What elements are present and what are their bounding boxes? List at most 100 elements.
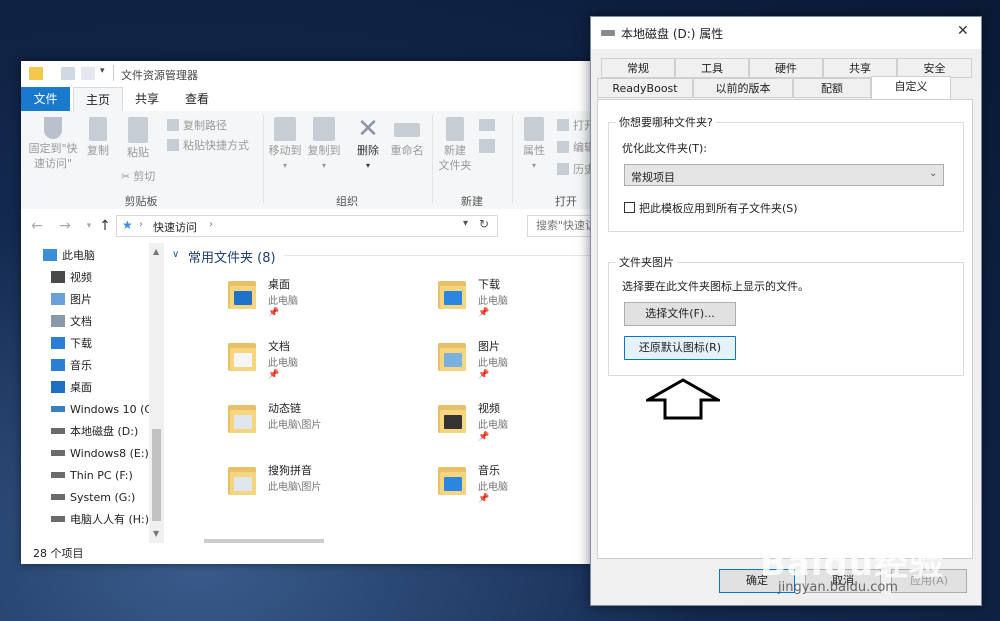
scroll-down-icon[interactable]: ▼ <box>153 529 159 538</box>
tab-home[interactable]: 主页 <box>73 87 123 113</box>
apply-subfolders-checkbox[interactable] <box>624 202 635 213</box>
copy-button[interactable]: 复制 <box>83 117 113 158</box>
quick-access-dropdown-icon[interactable]: ▾ <box>100 66 105 76</box>
breadcrumb-quick-access[interactable]: 快速访问 <box>153 219 197 235</box>
restore-default-icon-button[interactable]: 还原默认图标(R) <box>624 336 736 360</box>
copy-path-icon <box>167 119 179 131</box>
delete-button[interactable]: ✕ 删除 ▾ <box>351 115 385 173</box>
pin-icon: 📌 <box>478 432 490 442</box>
section-title[interactable]: 常用文件夹 (8) <box>188 247 276 266</box>
copy-to-icon <box>313 117 335 141</box>
section-collapse-icon[interactable]: ∨ <box>172 249 179 260</box>
new-folder-icon <box>446 117 464 141</box>
pc-icon <box>43 249 57 261</box>
ribbon-home: 固定到"快 速访问" 复制 粘贴 复制路径 粘贴快捷方式 ✂ 剪切 剪贴板 移动到… <box>21 111 621 210</box>
forward-arrow-icon[interactable]: → <box>57 218 73 234</box>
dialog-tab[interactable]: ReadyBoost <box>597 78 693 98</box>
pin-label-line1: 固定到"快 <box>28 142 78 155</box>
folder-item[interactable]: 搜狗拼音 此电脑\图片 <box>228 459 428 515</box>
properties-quick-icon[interactable] <box>61 67 75 80</box>
pin-icon: 📌 <box>478 308 490 318</box>
paste-icon <box>128 117 148 143</box>
easy-access-icon[interactable] <box>479 139 495 153</box>
properties-button[interactable]: 属性 ▾ <box>517 117 551 173</box>
refresh-icon[interactable]: ↻ <box>479 217 489 231</box>
folder-item[interactable]: 动态链 此电脑\图片 <box>228 397 428 453</box>
paste-shortcut-button[interactable]: 粘贴快捷方式 <box>167 137 249 155</box>
recent-dropdown-icon[interactable]: ▾ <box>81 218 97 234</box>
move-to-button[interactable]: 移动到 ▾ <box>266 117 304 173</box>
pictures-folder-icon <box>438 341 466 371</box>
pin-quick-access-button[interactable]: 固定到"快 速访问" <box>25 117 81 171</box>
drive-c-icon <box>51 406 65 412</box>
tab-view[interactable]: 查看 <box>173 87 221 111</box>
copy-to-label: 复制到 <box>307 144 341 157</box>
watermark-url: jingyan.baidu.com <box>778 580 898 595</box>
choose-file-button[interactable]: 选择文件(F)... <box>624 302 736 326</box>
new-folder-quick-icon[interactable] <box>81 67 95 80</box>
dialog-tab[interactable]: 硬件 <box>749 58 823 78</box>
new-folder-label-line2: 文件夹 <box>438 159 472 172</box>
titlebar-divider <box>113 65 114 81</box>
nav-item-label: 电脑人人有 (H:) <box>70 513 150 526</box>
dialog-tab[interactable]: 以前的版本 <box>693 78 793 98</box>
pin-icon: 📌 <box>478 494 490 504</box>
move-to-dropdown-icon: ▾ <box>282 161 287 170</box>
back-arrow-icon[interactable]: ← <box>29 218 45 234</box>
scrollbar-thumb[interactable] <box>152 429 161 521</box>
tab-file[interactable]: 文件 <box>21 87 70 111</box>
group-label-new: 新建 <box>461 195 483 208</box>
up-arrow-icon[interactable]: ↑ <box>97 218 113 234</box>
group-label-clipboard: 剪贴板 <box>124 195 158 208</box>
ribbon-tabs: 文件 主页 共享 查看 <box>21 87 621 113</box>
folder-location: 此电脑\图片 <box>268 420 322 431</box>
watermark-brand: Baidu经验 <box>760 544 945 584</box>
dialog-tab[interactable]: 共享 <box>823 58 897 78</box>
new-folder-button[interactable]: 新建 文件夹 <box>435 117 475 173</box>
dialog-tab[interactable]: 配额 <box>793 78 871 98</box>
status-bar: 28 个项目 <box>21 543 621 564</box>
paste-button[interactable]: 粘贴 <box>121 117 155 160</box>
tab-share[interactable]: 共享 <box>123 87 171 111</box>
group-label-organize: 组织 <box>336 195 358 208</box>
folder-item[interactable]: 桌面 此电脑 📌 <box>228 273 428 329</box>
copy-to-button[interactable]: 复制到 ▾ <box>305 117 343 173</box>
properties-dropdown-icon: ▾ <box>531 161 536 170</box>
folder-name: 桌面 <box>268 278 290 291</box>
nav-item-label: System (G:) <box>70 491 136 504</box>
customize-tab-panel: 你想要哪种文件夹? 优化此文件夹(T): 常规项目 ⌄ 把此模板应用到所有子文件… <box>597 99 973 559</box>
pin-icon: 📌 <box>268 370 280 380</box>
rename-button[interactable]: 重命名 <box>387 117 427 158</box>
music-icon <box>51 359 65 371</box>
close-icon[interactable]: ✕ <box>957 23 969 39</box>
nav-item-label: 图片 <box>70 293 92 306</box>
nav-item-label: 视频 <box>70 271 92 284</box>
address-bar[interactable]: ★ › 快速访问 › ▾ ↻ <box>116 215 498 237</box>
delete-dropdown-icon: ▾ <box>365 161 370 170</box>
pin-label-line2: 速访问" <box>33 157 73 170</box>
cut-button[interactable]: ✂ 剪切 <box>121 168 155 186</box>
folder-location: 此电脑 <box>268 296 298 307</box>
quick-access-star-icon: ★ <box>122 218 133 232</box>
dialog-tab[interactable]: 常规 <box>601 58 675 78</box>
folder-location: 此电脑 <box>478 420 508 431</box>
nav-item-label: Windows8 (E:) <box>70 447 149 460</box>
address-dropdown-icon[interactable]: ▾ <box>463 218 468 229</box>
rename-label: 重命名 <box>390 144 424 157</box>
folder-icon <box>228 465 256 495</box>
breadcrumb-chevron-icon[interactable]: › <box>209 219 213 230</box>
optimize-select[interactable]: 常规项目 ⌄ <box>624 164 944 186</box>
folder-location: 此电脑 <box>478 296 508 307</box>
drive-icon <box>51 494 65 500</box>
dialog-tab[interactable]: 安全 <box>897 58 972 78</box>
scroll-up-icon[interactable]: ▲ <box>153 247 159 256</box>
copy-path-button[interactable]: 复制路径 <box>167 117 227 135</box>
open-icon <box>557 119 569 131</box>
new-item-icon[interactable] <box>479 119 495 131</box>
dialog-tab[interactable]: 工具 <box>675 58 749 78</box>
dialog-tab[interactable]: 自定义 <box>871 76 951 99</box>
navigation-scrollbar[interactable]: ▲ ▼ <box>149 243 164 543</box>
folder-item[interactable]: 文档 此电脑 📌 <box>228 335 428 391</box>
folder-location: 此电脑 <box>268 358 298 369</box>
apply-subfolders-label[interactable]: 把此模板应用到所有子文件夹(S) <box>639 200 798 216</box>
